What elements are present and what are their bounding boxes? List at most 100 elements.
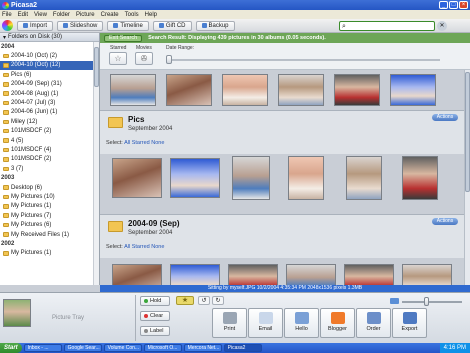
clear-search-icon[interactable]: ✕	[437, 21, 447, 31]
menu-tools[interactable]: Tools	[125, 12, 139, 18]
photo-thumbnail[interactable]	[112, 158, 162, 198]
hello-button[interactable]: Hello	[284, 308, 319, 338]
photo-thumbnail[interactable]	[222, 74, 268, 106]
label-button[interactable]: Label	[140, 326, 170, 336]
sidebar-scroll-thumb[interactable]	[94, 47, 99, 87]
slideshow-icon	[63, 23, 69, 28]
library-scroll-thumb[interactable]	[465, 72, 470, 192]
folder-item[interactable]: 101MSDCF (2)	[0, 155, 99, 164]
taskbar-item[interactable]: Volume Con...	[103, 344, 142, 352]
folder-item[interactable]: 3 (7)	[0, 164, 99, 173]
menu-edit[interactable]: Edit	[18, 12, 28, 18]
folder-item[interactable]: 2004-07 (Jul) (3)	[0, 98, 99, 107]
select-links[interactable]: All Starred None	[124, 140, 164, 146]
menu-view[interactable]: View	[34, 12, 47, 18]
starred-filter-button[interactable]: ☆	[109, 52, 127, 65]
exit-search-button[interactable]: Exit Search	[104, 34, 143, 42]
movies-filter-button[interactable]: ✇	[135, 52, 153, 65]
folder-item[interactable]: My Received Files (1)	[0, 230, 99, 239]
album-actions-button[interactable]: Actions	[432, 218, 458, 225]
photo-thumbnail[interactable]	[228, 264, 278, 285]
date-range-knob[interactable]	[166, 55, 172, 64]
rotate-right-button[interactable]: ↻	[212, 296, 224, 305]
folder-item[interactable]: Pics (6)	[0, 70, 99, 79]
year-group-header[interactable]: 2004	[0, 42, 99, 51]
album-actions-button[interactable]: Actions	[432, 114, 458, 121]
folder-item[interactable]: Miley (12)	[0, 117, 99, 126]
timeline-button[interactable]: Timeline	[107, 20, 149, 31]
taskbar-item[interactable]: Inbox - ...	[23, 344, 62, 352]
clear-button[interactable]: Clear	[140, 311, 170, 321]
library-scrollbar[interactable]	[464, 70, 470, 285]
taskbar-item[interactable]: Mercora Net...	[183, 344, 222, 352]
zoom-slider-knob[interactable]	[424, 297, 429, 306]
backup-button[interactable]: Backup	[195, 20, 235, 31]
photo-thumbnail[interactable]	[232, 156, 270, 200]
menu-folder[interactable]: Folder	[53, 12, 70, 18]
photo-thumbnail[interactable]	[286, 264, 336, 285]
tray-thumbnail[interactable]	[3, 299, 31, 327]
photo-thumbnail[interactable]	[112, 264, 162, 285]
close-button[interactable]: ×	[459, 1, 468, 9]
maximize-button[interactable]: □	[449, 1, 458, 9]
photo-thumbnail[interactable]	[288, 156, 324, 200]
menu-file[interactable]: File	[2, 12, 12, 18]
search-input[interactable]: ⌕	[339, 21, 435, 31]
photo-thumbnail[interactable]	[278, 74, 324, 106]
folder-item[interactable]: My Pictures (1)	[0, 202, 99, 211]
email-button[interactable]: Email	[248, 308, 283, 338]
photo-thumbnail[interactable]	[170, 158, 220, 198]
blogger-button[interactable]: Blogger	[320, 308, 355, 338]
rotate-left-button[interactable]: ↺	[198, 296, 210, 305]
album-select-row: Select: All Starred None	[106, 244, 164, 250]
select-links[interactable]: All Starred None	[124, 244, 164, 250]
folder-icon	[3, 147, 9, 153]
folder-item[interactable]: 2004-10 (Oct) (2)	[0, 51, 99, 60]
folder-item[interactable]: 2004-09 (Sep) (31)	[0, 80, 99, 89]
folder-item[interactable]: 4 (5)	[0, 136, 99, 145]
year-group-header[interactable]: 2002	[0, 239, 99, 248]
folder-item[interactable]: My Pictures (10)	[0, 192, 99, 201]
taskbar-item[interactable]: Microsoft O...	[143, 344, 182, 352]
photo-thumbnail[interactable]	[402, 264, 452, 285]
menu-picture[interactable]: Picture	[76, 12, 95, 18]
menu-create[interactable]: Create	[101, 12, 119, 18]
photo-thumbnail[interactable]	[344, 264, 394, 285]
sidebar-header[interactable]: ▾ Folders on Disk (30)	[0, 33, 99, 42]
folder-item[interactable]: My Pictures (6)	[0, 220, 99, 229]
year-group-header[interactable]: 2003	[0, 173, 99, 182]
folder-item[interactable]: My Pictures (1)	[0, 249, 99, 258]
menu-help[interactable]: Help	[145, 12, 157, 18]
star-button[interactable]: ★	[176, 296, 194, 305]
folder-item[interactable]: Desktop (6)	[0, 183, 99, 192]
minimize-button[interactable]: _	[439, 1, 448, 9]
photo-thumbnail[interactable]	[390, 74, 436, 106]
album-date: September 2004	[128, 126, 173, 132]
print-button[interactable]: Print	[212, 308, 247, 338]
folder-item[interactable]: 2004-08 (Aug) (1)	[0, 89, 99, 98]
folder-item[interactable]: 2004-10 (Oct) (12)	[0, 60, 99, 71]
slideshow-button[interactable]: Slideshow	[57, 20, 104, 31]
gift-cd-button[interactable]: Gift CD	[152, 20, 192, 31]
photo-thumbnail[interactable]	[110, 74, 156, 106]
photo-thumbnail[interactable]	[402, 156, 438, 200]
folder-item[interactable]: 101MSDCF (4)	[0, 145, 99, 154]
sidebar-scrollbar[interactable]	[93, 42, 99, 285]
start-button[interactable]: Start	[0, 343, 22, 353]
photo-thumbnail[interactable]	[346, 156, 382, 200]
zoom-slider[interactable]	[402, 301, 462, 303]
order-button[interactable]: Order	[356, 308, 391, 338]
export-button[interactable]: Export	[392, 308, 427, 338]
photo-thumbnail[interactable]	[334, 74, 380, 106]
folder-icon	[3, 119, 9, 125]
folder-item[interactable]: 101MSDCF (2)	[0, 127, 99, 136]
taskbar-item-active[interactable]: Picasa2	[223, 344, 262, 352]
date-range-slider[interactable]	[170, 59, 440, 61]
folder-item[interactable]: 2004-06 (Jun) (1)	[0, 108, 99, 117]
photo-thumbnail[interactable]	[170, 264, 220, 285]
folder-item[interactable]: My Pictures (7)	[0, 211, 99, 220]
taskbar-item[interactable]: Google Sear...	[63, 344, 102, 352]
import-button[interactable]: Import	[17, 20, 54, 31]
hold-button[interactable]: Hold	[140, 296, 170, 306]
photo-thumbnail[interactable]	[166, 74, 212, 106]
